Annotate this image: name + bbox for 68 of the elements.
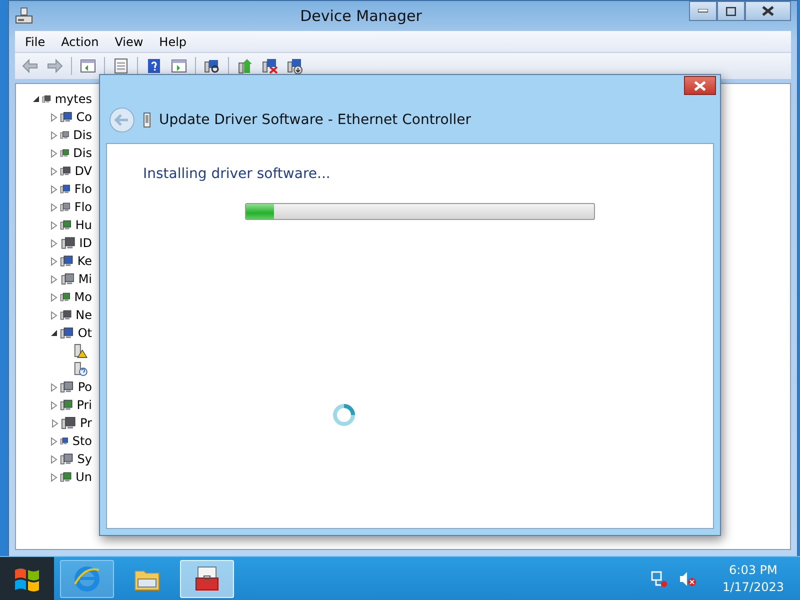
device-icon <box>60 451 74 467</box>
minimize-button[interactable] <box>689 1 717 21</box>
tree-item-label[interactable]: Flo <box>74 199 92 215</box>
tree-item-label[interactable]: Hu <box>75 217 92 233</box>
properties-icon <box>112 57 130 75</box>
status-text: Installing driver software... <box>143 165 332 184</box>
windows-logo-icon <box>13 566 41 592</box>
expander-icon[interactable] <box>50 328 58 338</box>
update-icon <box>236 57 254 75</box>
unknown-device-icon <box>73 361 88 377</box>
tree-item-label[interactable]: Dis <box>73 145 92 161</box>
tree-item-label[interactable]: Po <box>78 379 92 395</box>
device-icon <box>60 253 74 269</box>
help-icon <box>145 57 163 75</box>
tree-item-label[interactable]: Mi <box>78 271 92 287</box>
menu-item[interactable]: Action <box>55 32 105 50</box>
maximize-icon <box>726 6 736 16</box>
warning-device-icon <box>73 343 88 359</box>
tree-item-label[interactable]: DV <box>74 163 92 179</box>
tree-item-label[interactable]: mytes <box>54 91 92 107</box>
clock-date[interactable]: 1/17/2023 <box>722 578 784 596</box>
start-button[interactable] <box>0 556 54 600</box>
tree-item-label[interactable]: Pri <box>76 397 92 413</box>
menu-item[interactable]: View <box>108 32 150 50</box>
network-icon <box>650 570 668 588</box>
back-icon <box>21 57 39 75</box>
window-title: Device Manager <box>300 6 422 25</box>
device-icon <box>60 379 74 395</box>
disable-icon <box>286 57 304 75</box>
forward-icon <box>46 57 64 75</box>
expander-icon[interactable] <box>32 94 40 104</box>
tree-item-label[interactable]: Pr <box>80 415 92 431</box>
tree-item-label[interactable]: Ne <box>76 307 92 323</box>
tree-pane-icon <box>79 57 97 75</box>
device-icon <box>60 109 72 125</box>
busy-icon <box>332 403 356 427</box>
tree-item-label[interactable]: Sy <box>77 451 92 467</box>
uninstall-icon <box>261 57 279 75</box>
device-icon <box>60 235 76 251</box>
network-adapter-icon <box>143 112 151 128</box>
close-button[interactable] <box>745 1 791 21</box>
browser-icon <box>72 564 102 594</box>
computer-icon <box>15 7 33 25</box>
device-icon <box>61 415 76 431</box>
scan-icon <box>203 57 221 75</box>
tree-item-label[interactable]: Ot <box>78 325 92 341</box>
close-button[interactable] <box>684 76 716 95</box>
device-icon <box>60 325 74 341</box>
tree-item-label[interactable]: ID <box>79 235 92 251</box>
device-icon <box>60 397 73 413</box>
tree-item-label[interactable]: Dis <box>73 127 92 143</box>
dialog-title: Update Driver Software - Ethernet Controller <box>159 110 471 130</box>
close-icon <box>762 6 774 16</box>
device-icon <box>60 271 74 287</box>
close-icon <box>694 80 706 90</box>
volume-muted-icon <box>678 570 698 588</box>
tree-item-label[interactable]: Un <box>76 469 92 485</box>
tree-item-label[interactable]: Ke <box>77 253 92 269</box>
action-pane-icon <box>170 57 188 75</box>
tree-item-label[interactable]: Mo <box>74 289 92 305</box>
menu-item[interactable]: Help <box>153 32 193 50</box>
minimize-icon <box>698 9 708 13</box>
tree-item-label[interactable]: Sto <box>72 433 92 449</box>
maximize-button[interactable] <box>717 1 745 21</box>
tree-item-label[interactable]: Co <box>76 109 92 125</box>
tree-item-label[interactable]: Flo <box>74 181 92 197</box>
back-icon[interactable] <box>109 107 135 133</box>
menu-item[interactable]: File <box>19 32 52 50</box>
